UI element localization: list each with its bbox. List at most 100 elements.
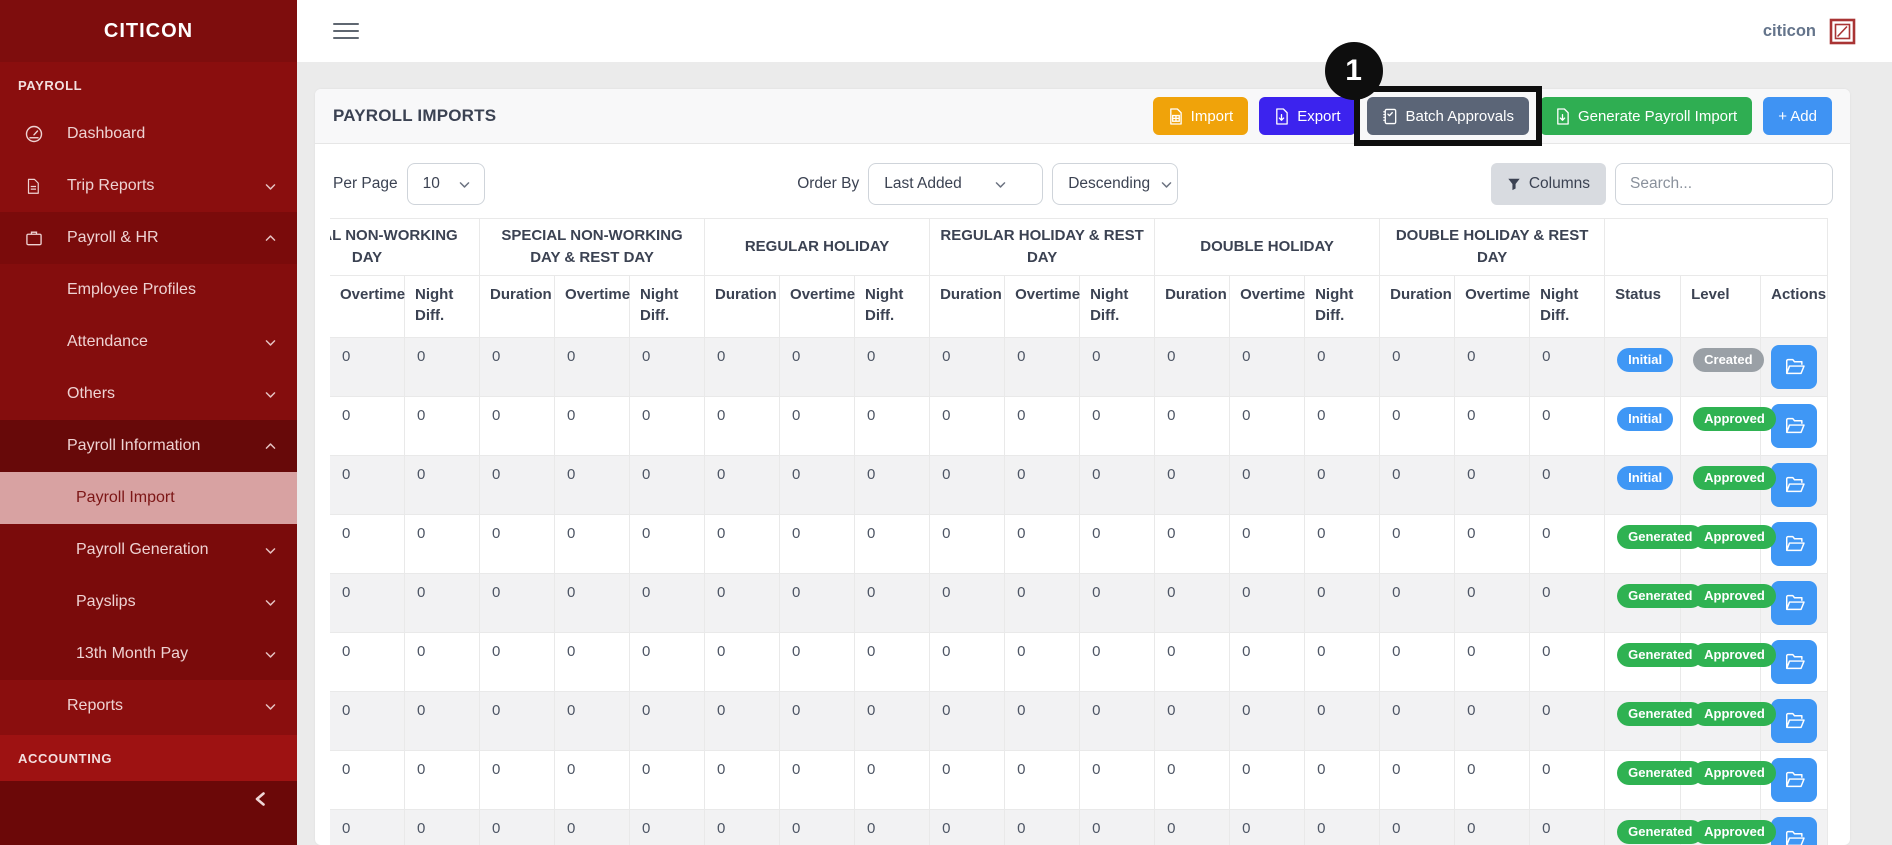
column-group-row: SPECIAL NON-WORKING DAYSPECIAL NON-WORKI…: [330, 219, 1828, 276]
table-row: 000000000000000000InitialApproved: [330, 396, 1828, 455]
cell-value: 0: [1455, 396, 1530, 455]
cell-level: Approved: [1681, 632, 1761, 691]
cell-value: 0: [405, 750, 480, 809]
batch-approvals-button[interactable]: Batch Approvals: [1367, 97, 1529, 135]
chevron-down-icon: [264, 596, 277, 609]
sort-direction-select[interactable]: Descending: [1052, 163, 1178, 205]
spreadsheet-file-icon: [1168, 108, 1183, 125]
cell-value: 0: [1380, 396, 1455, 455]
cell-value: 0: [1230, 691, 1305, 750]
sidebar-item-reports[interactable]: Reports: [0, 680, 297, 732]
table-row: 000000000000000000GeneratedApproved: [330, 632, 1828, 691]
cell-value: 0: [1005, 396, 1080, 455]
cell-value: 0: [480, 632, 555, 691]
cell-value: 0: [630, 337, 705, 396]
open-record-button[interactable]: [1771, 581, 1817, 625]
sidebar-item-payroll-generation[interactable]: Payroll Generation: [0, 524, 297, 576]
cell-value: 0: [1080, 514, 1155, 573]
cell-value: 0: [1305, 750, 1380, 809]
cell-value: 0: [555, 573, 630, 632]
cell-value: 0: [1230, 809, 1305, 845]
table-scroll-region[interactable]: SPECIAL NON-WORKING DAYSPECIAL NON-WORKI…: [330, 218, 1835, 845]
cell-value: 0: [1530, 573, 1605, 632]
toolbar: Import Export Batch Approvals: [1153, 97, 1832, 135]
sidebar-collapse-button[interactable]: [0, 781, 297, 845]
open-record-button[interactable]: [1771, 758, 1817, 802]
cell-value: 0: [330, 337, 405, 396]
sidebar-item-13th-month-pay[interactable]: 13th Month Pay: [0, 628, 297, 680]
level-badge: Approved: [1693, 820, 1776, 845]
open-record-button[interactable]: [1771, 699, 1817, 743]
topbar-account[interactable]: citicon: [1763, 18, 1856, 45]
column-group-double-holiday-rest-day: DOUBLE HOLIDAY & REST DAY: [1380, 219, 1605, 276]
open-record-button[interactable]: [1771, 640, 1817, 684]
open-record-button[interactable]: [1771, 345, 1817, 389]
briefcase-icon: [24, 228, 67, 248]
cell-value: 0: [1080, 750, 1155, 809]
sidebar-item-employee-profiles[interactable]: Employee Profiles: [0, 264, 297, 316]
column-group-special-non-working-day-rest-day: SPECIAL NON-WORKING DAY & REST DAY: [480, 219, 705, 276]
sidebar-item-payroll-import[interactable]: Payroll Import: [0, 472, 297, 524]
cell-value: 0: [330, 514, 405, 573]
cell-value: 0: [930, 632, 1005, 691]
search-input[interactable]: [1615, 163, 1833, 205]
cell-value: 0: [1305, 337, 1380, 396]
table-row: 000000000000000000GeneratedApproved: [330, 573, 1828, 632]
import-button[interactable]: Import: [1153, 97, 1249, 135]
per-page-select[interactable]: 10: [407, 163, 485, 205]
cell-value: 0: [1155, 514, 1230, 573]
open-record-button[interactable]: [1771, 817, 1817, 845]
sidebar-item-dashboard[interactable]: Dashboard: [0, 108, 297, 160]
status-badge: Initial: [1617, 466, 1673, 491]
cell-value: 0: [855, 455, 930, 514]
cell-value: 0: [1530, 691, 1605, 750]
chevron-down-icon: [264, 700, 277, 713]
cell-value: 0: [780, 337, 855, 396]
batch-approvals-annotated-region: Batch Approvals 1: [1367, 97, 1529, 135]
export-button[interactable]: Export: [1259, 97, 1355, 135]
folder-open-icon: [1784, 770, 1805, 789]
cell-value: 0: [855, 809, 930, 845]
sidebar-item-label: Payslips: [76, 593, 264, 611]
column-header-duration: Duration: [705, 275, 780, 337]
level-badge: Approved: [1693, 761, 1776, 786]
per-page-label: Per Page: [333, 175, 398, 193]
open-record-button[interactable]: [1771, 404, 1817, 448]
columns-button[interactable]: Columns: [1491, 163, 1606, 205]
sidebar-item-payroll-information[interactable]: Payroll Information: [0, 420, 297, 472]
cell-value: 0: [1380, 750, 1455, 809]
column-header-overtime: Overtime: [1005, 275, 1080, 337]
generate-payroll-import-button[interactable]: Generate Payroll Import: [1540, 97, 1752, 135]
order-by-select[interactable]: Last Added: [868, 163, 1043, 205]
file-download-icon: [1555, 108, 1570, 125]
cell-value: 0: [1155, 809, 1230, 845]
sidebar-item-trip-reports[interactable]: Trip Reports: [0, 160, 297, 212]
cell-value: 0: [1005, 750, 1080, 809]
cell-value: 0: [1455, 750, 1530, 809]
sidebar-item-payroll-hr[interactable]: Payroll & HR: [0, 212, 297, 264]
open-record-button[interactable]: [1771, 463, 1817, 507]
cell-value: 0: [1380, 514, 1455, 573]
open-record-button[interactable]: [1771, 522, 1817, 566]
sidebar-item-attendance[interactable]: Attendance: [0, 316, 297, 368]
cell-value: 0: [555, 809, 630, 845]
menu-toggle[interactable]: [333, 23, 359, 40]
sidebar-nav: DashboardTrip Reports Payroll & HR Employe…: [0, 108, 297, 732]
sidebar-item-label: Payroll & HR: [67, 229, 264, 247]
cell-value: 0: [330, 691, 405, 750]
cell-value: 0: [1005, 632, 1080, 691]
status-badge: Initial: [1617, 407, 1673, 432]
status-badge: Generated: [1617, 702, 1703, 727]
cell-status: Generated: [1605, 514, 1681, 573]
folder-open-icon: [1784, 475, 1805, 494]
cell-value: 0: [555, 514, 630, 573]
chevron-down-icon: [1160, 178, 1173, 191]
column-header-level: Level: [1681, 275, 1761, 337]
page-content: PAYROLL IMPORTS Import Export: [297, 62, 1892, 845]
cell-status: Generated: [1605, 691, 1681, 750]
sidebar-item-others[interactable]: Others: [0, 368, 297, 420]
cell-value: 0: [930, 455, 1005, 514]
add-button[interactable]: + Add: [1763, 97, 1832, 135]
sidebar-item-payslips[interactable]: Payslips: [0, 576, 297, 628]
cell-status: Generated: [1605, 809, 1681, 845]
